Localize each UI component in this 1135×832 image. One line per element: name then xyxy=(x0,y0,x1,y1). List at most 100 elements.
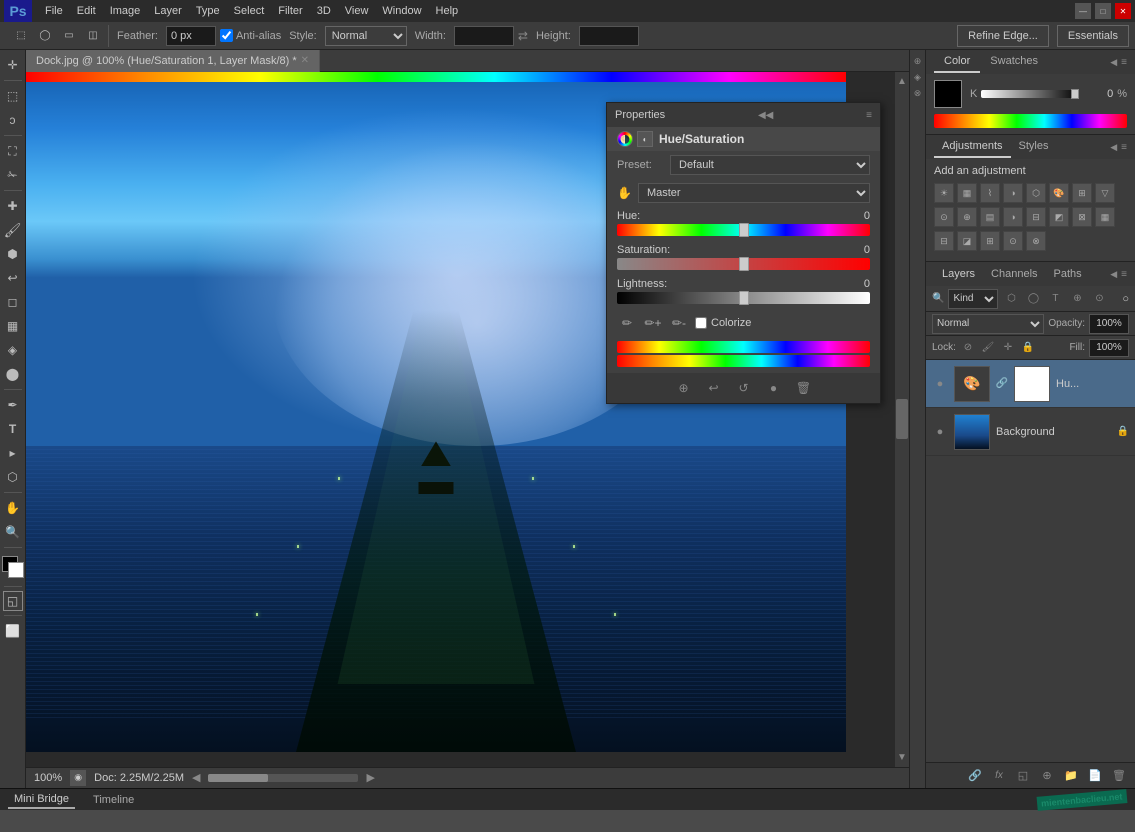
lock-all[interactable]: 🔒 xyxy=(1020,340,1036,356)
adj-icon-curves[interactable]: ⌇ xyxy=(980,183,1000,203)
tool-screen-mode[interactable]: ⬜ xyxy=(2,620,24,642)
tool-crop[interactable]: ⛶ xyxy=(2,140,24,162)
filter-btn-2[interactable]: ◯ xyxy=(1024,290,1042,308)
style-select[interactable]: Normal Fixed Ratio Fixed Size xyxy=(325,26,407,46)
selection-tool-ellipse[interactable]: ◯ xyxy=(34,25,56,47)
side-icon-3[interactable]: ⊗ xyxy=(911,86,925,100)
saturation-thumb[interactable] xyxy=(739,257,749,271)
adj-icon-12[interactable]: ⊙ xyxy=(1003,231,1023,251)
adj-icon-gradient-map[interactable]: ⊠ xyxy=(1072,207,1092,227)
tab-color[interactable]: Color xyxy=(934,51,980,73)
tool-gradient[interactable]: ▦ xyxy=(2,315,24,337)
tool-history-brush[interactable]: ↩ xyxy=(2,267,24,289)
layers-group-btn[interactable]: 📁 xyxy=(1061,766,1081,786)
tool-shape[interactable]: ⬡ xyxy=(2,466,24,488)
panel-expand-icon[interactable]: ◀◀ xyxy=(758,110,773,121)
adj-icon-9[interactable]: ⊟ xyxy=(934,231,954,251)
lock-image[interactable]: 🖌 xyxy=(980,340,996,356)
menu-edit[interactable]: Edit xyxy=(70,3,103,19)
adj-panel-expand[interactable]: ◀ xyxy=(1110,142,1117,153)
feather-input[interactable] xyxy=(166,26,216,46)
footer-delete-icon[interactable]: 🗑 xyxy=(793,377,815,399)
adj-icon-threshold[interactable]: ◩ xyxy=(1049,207,1069,227)
panel-menu-icon[interactable]: ≡ xyxy=(866,110,872,121)
tab-swatches[interactable]: Swatches xyxy=(980,51,1048,73)
menu-file[interactable]: File xyxy=(38,3,70,19)
opacity-input[interactable] xyxy=(1089,314,1129,334)
filter-btn-5[interactable]: ⊙ xyxy=(1090,290,1108,308)
adj-icon-10[interactable]: ◪ xyxy=(957,231,977,251)
selection-tool-rect[interactable]: ⬚ xyxy=(10,25,32,47)
selection-tool-single-row[interactable]: ▭ xyxy=(58,25,80,47)
fill-input[interactable] xyxy=(1089,339,1129,357)
adj-icon-selective-color[interactable]: ▦ xyxy=(1095,207,1115,227)
layers-link-btn[interactable]: 🔗 xyxy=(965,766,985,786)
adj-icon-13[interactable]: ⊗ xyxy=(1026,231,1046,251)
tab-styles[interactable]: Styles xyxy=(1011,136,1057,158)
layers-new-btn[interactable]: 📄 xyxy=(1085,766,1105,786)
hue-sat-icon-2[interactable]: ◐ xyxy=(637,131,653,147)
footer-history-icon[interactable]: ↩ xyxy=(703,377,725,399)
menu-select[interactable]: Select xyxy=(227,3,272,19)
adj-icon-invert[interactable]: ◑ xyxy=(1003,207,1023,227)
status-icon[interactable]: ◉ xyxy=(70,770,86,786)
footer-visibility-icon[interactable]: ● xyxy=(763,377,785,399)
tool-zoom[interactable]: 🔍 xyxy=(2,521,24,543)
height-input[interactable] xyxy=(579,26,639,46)
tool-eraser[interactable]: ◻ xyxy=(2,291,24,313)
layer-item-background[interactable]: ● Background 🔒 xyxy=(926,408,1135,456)
scroll-bar[interactable] xyxy=(208,774,358,782)
adj-icon-vibrance[interactable]: ⬡ xyxy=(1026,183,1046,203)
layers-filter-select[interactable]: Kind Name Effect Mode xyxy=(948,289,998,309)
k-slider[interactable] xyxy=(981,90,1079,98)
tool-clone[interactable]: ⬢ xyxy=(2,243,24,265)
adj-icon-11[interactable]: ⊞ xyxy=(980,231,1000,251)
anti-alias-checkbox[interactable] xyxy=(220,29,233,42)
filter-btn-4[interactable]: ⊕ xyxy=(1068,290,1086,308)
tool-eyedropper[interactable]: ✁ xyxy=(2,164,24,186)
layers-adj-btn[interactable]: ⊕ xyxy=(1037,766,1057,786)
selection-tool-single-col[interactable]: ◫ xyxy=(82,25,104,47)
tool-type[interactable]: T xyxy=(2,418,24,440)
layer-eye-background[interactable]: ● xyxy=(932,424,948,440)
adj-icon-black-white[interactable]: ▽ xyxy=(1095,183,1115,203)
saturation-track[interactable] xyxy=(617,258,870,270)
adj-icon-posterize[interactable]: ⊟ xyxy=(1026,207,1046,227)
tool-pen[interactable]: ✒ xyxy=(2,394,24,416)
menu-type[interactable]: Type xyxy=(189,3,227,19)
filter-toggle[interactable]: ○ xyxy=(1122,293,1129,305)
layers-delete-btn[interactable]: 🗑 xyxy=(1109,766,1129,786)
tab-channels[interactable]: Channels xyxy=(983,264,1045,284)
layer-item-hue-sat[interactable]: ● 🎨 🔗 Hu... xyxy=(926,360,1135,408)
tab-layers[interactable]: Layers xyxy=(934,264,983,284)
adj-icon-levels[interactable]: ▦ xyxy=(957,183,977,203)
channel-select[interactable]: Master Reds Yellows Greens Cyans Blues M… xyxy=(638,183,870,203)
tab-close[interactable]: ✕ xyxy=(301,55,309,66)
canvas-tab[interactable]: Dock.jpg @ 100% (Hue/Saturation 1, Layer… xyxy=(26,50,320,72)
tab-timeline[interactable]: Timeline xyxy=(87,792,140,808)
footer-reset-icon[interactable]: ↺ xyxy=(733,377,755,399)
tool-rect-select[interactable]: ⬚ xyxy=(2,85,24,107)
lightness-thumb[interactable] xyxy=(739,291,749,305)
menu-view[interactable]: View xyxy=(338,3,376,19)
prev-button[interactable]: ◀ xyxy=(192,771,200,784)
adj-icon-color-balance[interactable]: ⊞ xyxy=(1072,183,1092,203)
filter-btn-3[interactable]: T xyxy=(1046,290,1064,308)
next-button[interactable]: ▶ xyxy=(366,771,374,784)
adj-icon-brightness[interactable]: ☀ xyxy=(934,183,954,203)
menu-layer[interactable]: Layer xyxy=(147,3,189,19)
layers-mask-btn[interactable]: ◱ xyxy=(1013,766,1033,786)
tool-healing[interactable]: ✚ xyxy=(2,195,24,217)
hue-sat-icon-1[interactable]: 🌗 xyxy=(617,131,633,147)
menu-image[interactable]: Image xyxy=(103,3,148,19)
essentials-button[interactable]: Essentials xyxy=(1057,25,1129,47)
tool-blur[interactable]: ◈ xyxy=(2,339,24,361)
lightness-track[interactable] xyxy=(617,292,870,304)
side-icon-2[interactable]: ◈ xyxy=(911,70,925,84)
preset-select[interactable]: Default Cyanotype Increase Saturation Mo… xyxy=(670,155,870,175)
layers-panel-menu[interactable]: ≡ xyxy=(1121,269,1127,280)
footer-clip-icon[interactable]: ⊕ xyxy=(673,377,695,399)
lock-transparency[interactable]: ⊘ xyxy=(960,340,976,356)
adj-icon-channel-mixer[interactable]: ⊕ xyxy=(957,207,977,227)
colorize-checkbox[interactable] xyxy=(695,317,707,329)
